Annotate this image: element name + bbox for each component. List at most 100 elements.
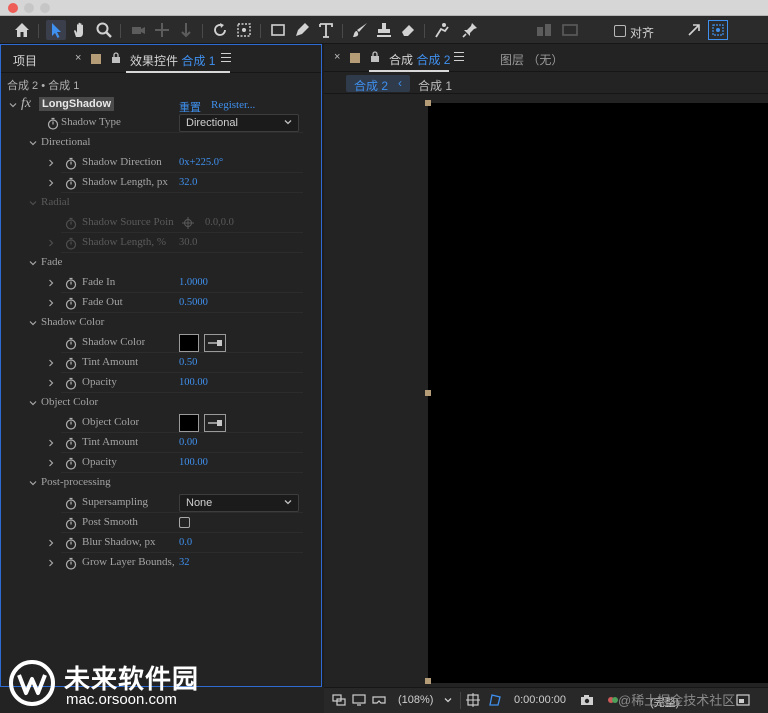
param-value[interactable]: 1.0000	[179, 277, 208, 288]
roto-brush-icon[interactable]	[432, 20, 452, 40]
dolly-camera-icon[interactable]	[176, 20, 196, 40]
tab-effect-controls[interactable]: 效果控件 合成 1	[130, 52, 215, 69]
stopwatch-icon[interactable]	[65, 497, 77, 510]
chevron-down-icon[interactable]	[29, 259, 37, 267]
param-value[interactable]: 0x+225.0°	[179, 157, 223, 168]
zoom-window-button[interactable]	[40, 3, 50, 13]
eyedropper-icon[interactable]	[204, 414, 226, 432]
chevron-right-icon[interactable]	[47, 459, 55, 467]
brush-tool-icon[interactable]	[350, 20, 370, 40]
param-value[interactable]: 32	[179, 557, 190, 568]
vr-headset-icon[interactable]	[372, 693, 386, 707]
hand-tool-icon[interactable]	[70, 20, 90, 40]
stopwatch-icon[interactable]	[65, 457, 77, 470]
param-value[interactable]: 100.00	[179, 377, 208, 388]
stopwatch-icon[interactable]	[65, 377, 77, 390]
stopwatch-icon[interactable]	[65, 557, 77, 570]
rotate-tool-icon[interactable]	[210, 20, 230, 40]
rectangle-tool-icon[interactable]	[268, 20, 288, 40]
stopwatch-icon[interactable]	[65, 157, 77, 170]
stopwatch-icon[interactable]	[47, 117, 59, 130]
eyedropper-icon[interactable]	[204, 334, 226, 352]
close-window-button[interactable]	[8, 3, 18, 13]
tab-project[interactable]: 项目	[13, 52, 37, 69]
param-value[interactable]: 0.50	[179, 357, 197, 368]
chevron-down-icon[interactable]	[29, 479, 37, 487]
chevron-right-icon[interactable]	[47, 159, 55, 167]
stopwatch-icon[interactable]	[65, 337, 77, 350]
orbit-camera-icon[interactable]	[128, 20, 148, 40]
chevron-right-icon[interactable]	[47, 179, 55, 187]
zoom-level[interactable]: (108%)	[398, 694, 433, 706]
close-tab-icon[interactable]: ×	[334, 51, 340, 63]
group-fade[interactable]: Fade	[1, 253, 321, 273]
stopwatch-icon[interactable]	[65, 537, 77, 550]
layer-handle[interactable]	[425, 678, 431, 684]
group-directional[interactable]: Directional	[1, 133, 321, 153]
pan-camera-icon[interactable]	[152, 20, 172, 40]
snapping-edges-icon[interactable]	[560, 20, 580, 40]
workspace-search-icon[interactable]	[708, 20, 728, 40]
selection-tool-icon[interactable]	[46, 20, 66, 40]
param-value[interactable]: 0.00	[179, 437, 197, 448]
chevron-down-icon[interactable]	[9, 101, 17, 109]
current-timecode[interactable]: 0:00:00:00	[514, 694, 566, 706]
subtab-comp-2[interactable]: 合成 2 ‹	[346, 75, 410, 93]
layer-handle[interactable]	[425, 390, 431, 396]
align-checkbox[interactable]	[614, 25, 626, 37]
home-icon[interactable]	[12, 20, 32, 40]
param-value[interactable]: 100.00	[179, 457, 208, 468]
stopwatch-icon[interactable]	[65, 357, 77, 370]
stopwatch-icon[interactable]	[65, 177, 77, 190]
tab-layer[interactable]: 图层 （无）	[500, 51, 563, 68]
chevron-down-icon[interactable]	[29, 319, 37, 327]
chevron-right-icon[interactable]	[47, 379, 55, 387]
shadow-type-dropdown[interactable]: Directional	[179, 114, 299, 132]
param-value[interactable]: 32.0	[179, 177, 197, 188]
puppet-pin-icon[interactable]	[460, 20, 480, 40]
type-tool-icon[interactable]	[316, 20, 336, 40]
lock-icon[interactable]	[111, 52, 121, 64]
stopwatch-icon[interactable]	[65, 277, 77, 290]
lock-icon[interactable]	[370, 51, 380, 63]
zoom-tool-icon[interactable]	[94, 20, 114, 40]
always-preview-icon[interactable]	[332, 693, 346, 707]
shadow-color-swatch[interactable]	[179, 334, 199, 352]
grid-guide-icon[interactable]	[466, 693, 480, 707]
snapping-icon[interactable]	[534, 20, 554, 40]
panel-menu-icon[interactable]	[221, 53, 231, 64]
chevron-right-icon[interactable]	[47, 299, 55, 307]
chevron-right-icon[interactable]	[47, 359, 55, 367]
stopwatch-icon[interactable]	[65, 517, 77, 530]
monitor-icon[interactable]	[352, 693, 366, 707]
composition-canvas[interactable]	[428, 103, 768, 683]
chevron-right-icon[interactable]	[47, 439, 55, 447]
chevron-down-icon[interactable]	[29, 139, 37, 147]
stopwatch-icon[interactable]	[65, 297, 77, 310]
close-tab-icon[interactable]: ×	[75, 52, 81, 64]
composition-viewer[interactable]	[324, 95, 768, 687]
fx-toggle-icon[interactable]: fx	[21, 96, 31, 112]
chevron-right-icon[interactable]	[47, 279, 55, 287]
camera-snapshot-icon[interactable]	[580, 693, 594, 707]
minimize-window-button[interactable]	[24, 3, 34, 13]
pan-behind-icon[interactable]	[234, 20, 254, 40]
param-value[interactable]: 0.0	[179, 537, 192, 548]
chevron-down-icon[interactable]	[444, 693, 454, 707]
eraser-tool-icon[interactable]	[398, 20, 418, 40]
pen-tool-icon[interactable]	[292, 20, 312, 40]
chevron-down-icon[interactable]	[29, 399, 37, 407]
stopwatch-icon[interactable]	[65, 417, 77, 430]
effect-name[interactable]: LongShadow	[39, 97, 115, 111]
region-of-interest-icon[interactable]	[736, 693, 750, 707]
tab-composition[interactable]: 合成 合成 2	[389, 51, 450, 68]
object-color-swatch[interactable]	[179, 414, 199, 432]
clone-stamp-icon[interactable]	[374, 20, 394, 40]
chevron-down-icon[interactable]	[29, 199, 37, 207]
panel-menu-icon[interactable]	[454, 52, 464, 63]
chevron-right-icon[interactable]	[47, 539, 55, 547]
stopwatch-icon[interactable]	[65, 437, 77, 450]
group-post-processing[interactable]: Post-processing	[1, 473, 321, 493]
group-object-color[interactable]: Object Color	[1, 393, 321, 413]
post-smooth-checkbox[interactable]	[179, 517, 190, 528]
